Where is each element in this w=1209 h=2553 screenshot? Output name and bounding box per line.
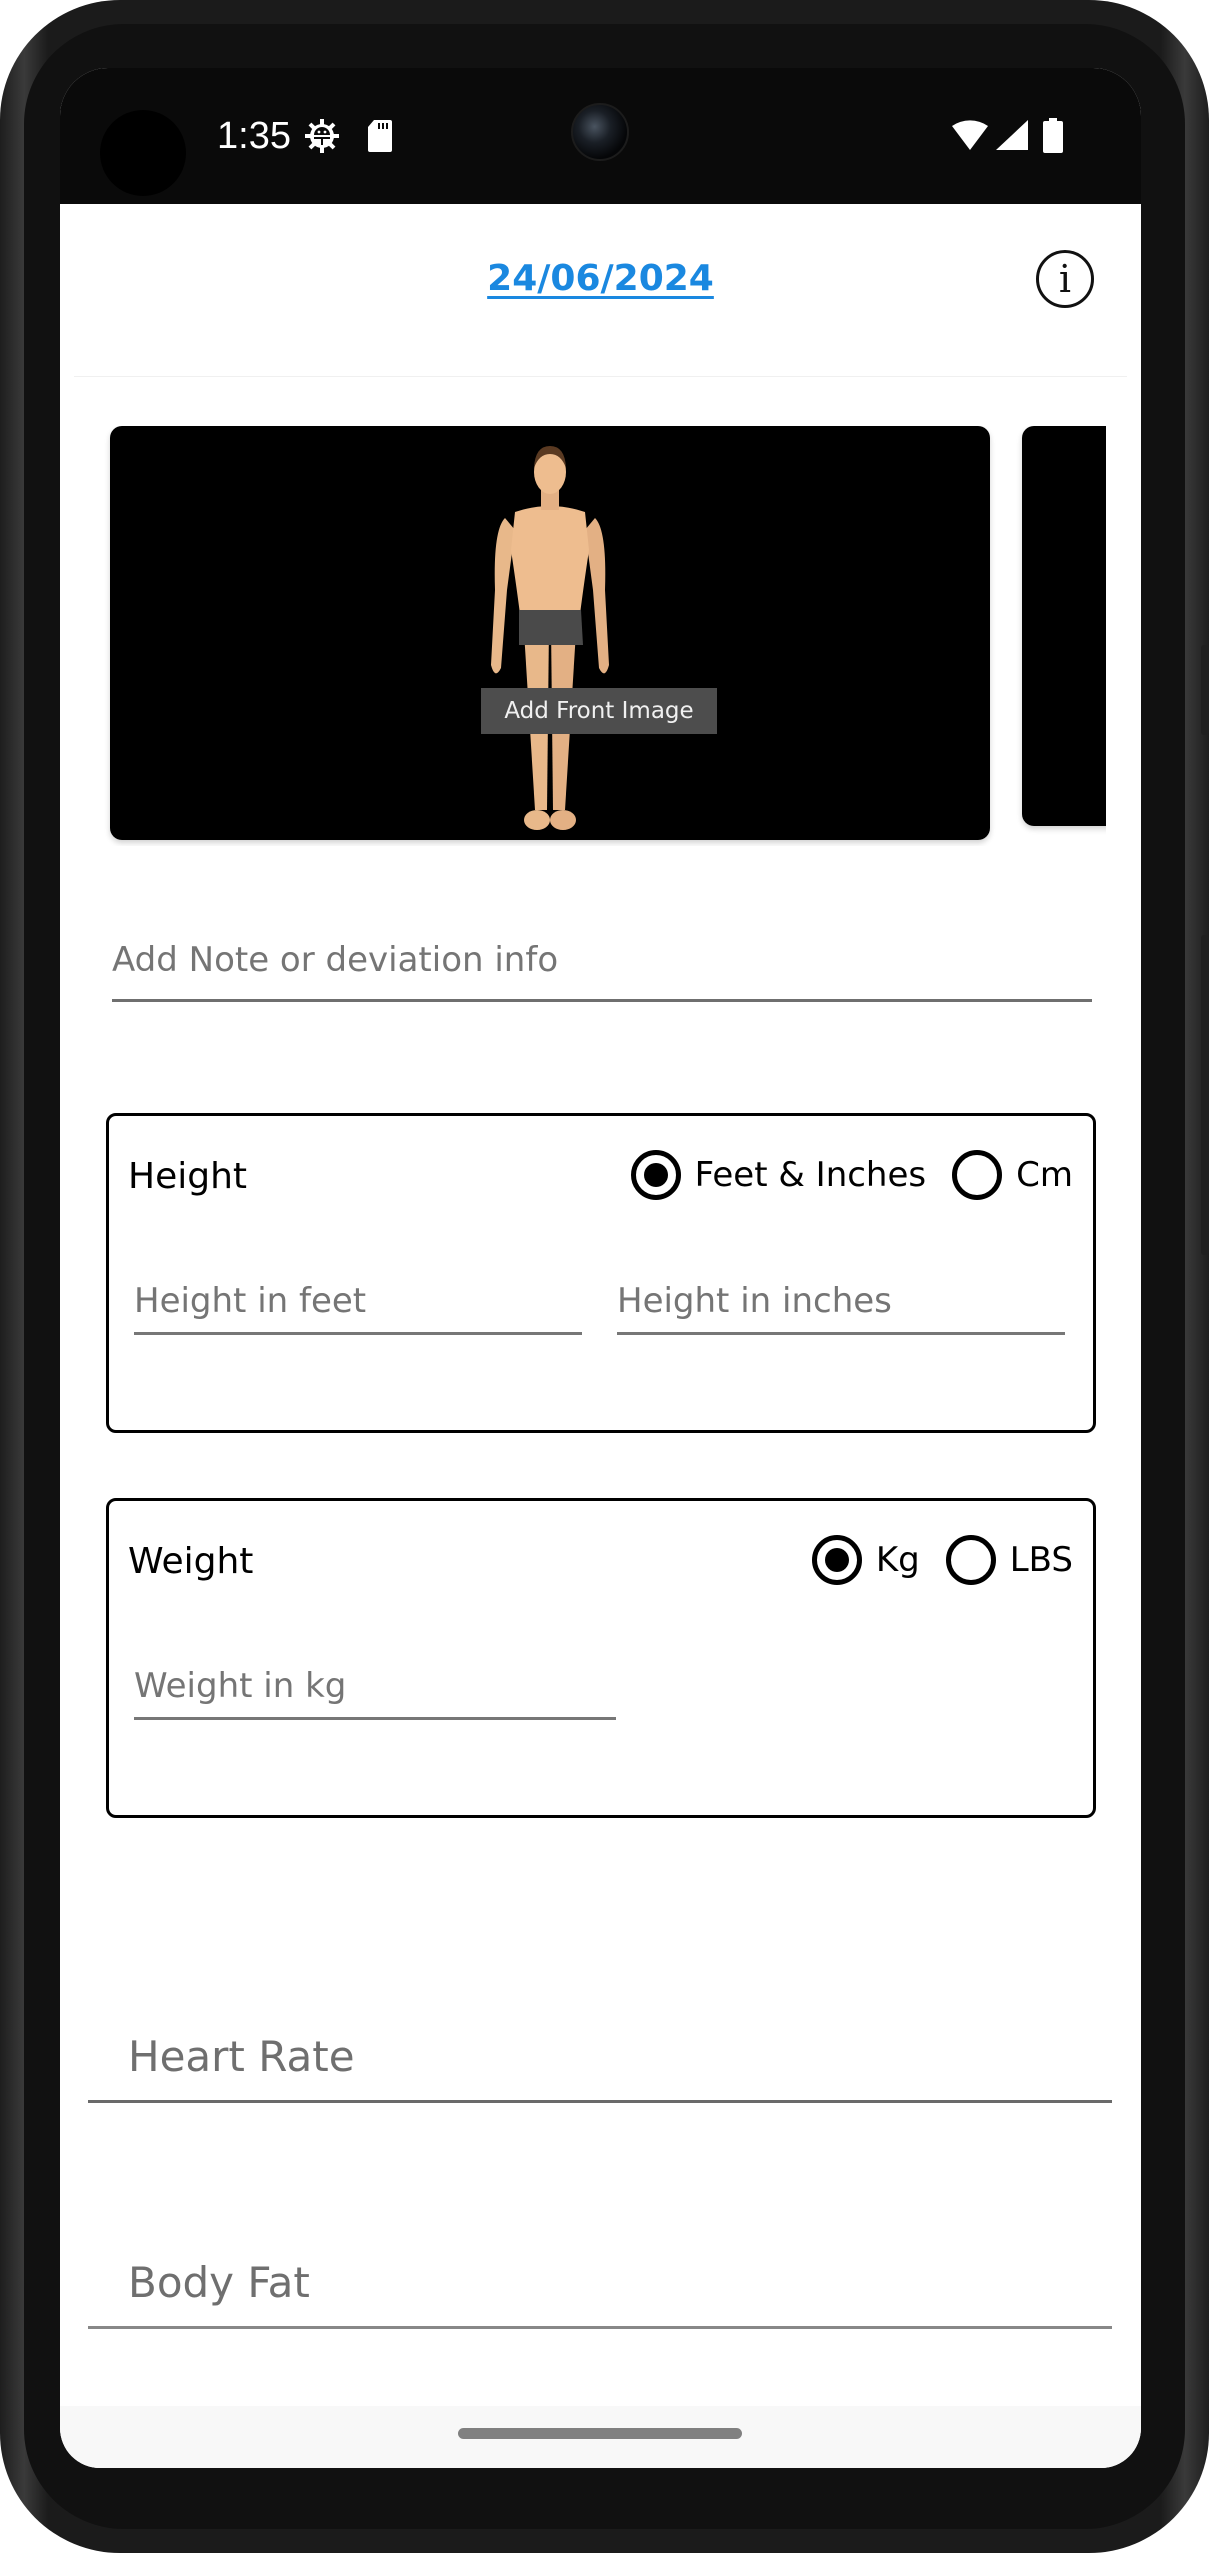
wifi-icon [950,118,990,157]
radio-checked-icon[interactable] [811,1535,862,1585]
height-card: Height Feet & Inches Cm [106,1113,1096,1433]
radio-checked-icon[interactable] [630,1150,681,1200]
gear-icon [304,118,340,159]
image-carousel[interactable]: Add Front Image [60,426,1106,846]
body-figure-illustration [491,446,609,830]
signal-icon [994,118,1030,157]
radio-unchecked-icon[interactable] [952,1150,1003,1200]
weight-card: Weight Kg LBS [106,1498,1096,1818]
radio-label: Cm [1016,1155,1073,1195]
front-camera [571,103,629,161]
power-button [1201,645,1209,735]
header-divider [74,376,1127,377]
radio-label: LBS [1009,1540,1073,1580]
next-image-card[interactable] [1022,426,1106,826]
body-fat-input[interactable] [88,2249,1112,2329]
height-feet-input[interactable] [134,1279,582,1335]
date-link[interactable]: 24/06/2024 [60,258,1141,299]
screen: 1:35 24/06/2024 i Add Front Image Add No… [60,68,1141,2468]
radio-label: Kg [875,1540,920,1580]
front-image-card[interactable]: Add Front Image [110,426,990,840]
weight-kg-input[interactable] [134,1664,616,1720]
navigation-bar [60,2406,1141,2468]
height-title: Height [128,1156,248,1197]
height-inches-input[interactable] [617,1279,1065,1335]
home-gesture-handle[interactable] [458,2428,742,2439]
sensor-cutout [100,110,186,196]
battery-icon [1042,118,1064,159]
weight-title: Weight [128,1541,254,1582]
radio-lbs[interactable]: LBS [945,1535,1073,1585]
add-front-image-button[interactable]: Add Front Image [481,688,717,734]
radio-cm[interactable]: Cm [952,1150,1073,1200]
volume-button [1201,935,1209,1255]
status-bar: 1:35 [60,68,1141,204]
note-input[interactable] [112,938,1092,1002]
heart-rate-input[interactable] [88,2023,1112,2103]
radio-kg[interactable]: Kg [811,1535,920,1585]
radio-feet-inches[interactable]: Feet & Inches [630,1150,927,1200]
weight-unit-radio-group: Kg LBS [786,1535,1073,1585]
phone-frame: 1:35 24/06/2024 i Add Front Image Add No… [0,0,1209,2553]
radio-label: Feet & Inches [694,1155,927,1195]
sd-card-icon [366,118,394,159]
height-unit-radio-group: Feet & Inches Cm [605,1150,1073,1200]
status-time: 1:35 [217,115,291,157]
radio-unchecked-icon[interactable] [945,1535,996,1585]
info-icon[interactable]: i [1036,250,1094,308]
